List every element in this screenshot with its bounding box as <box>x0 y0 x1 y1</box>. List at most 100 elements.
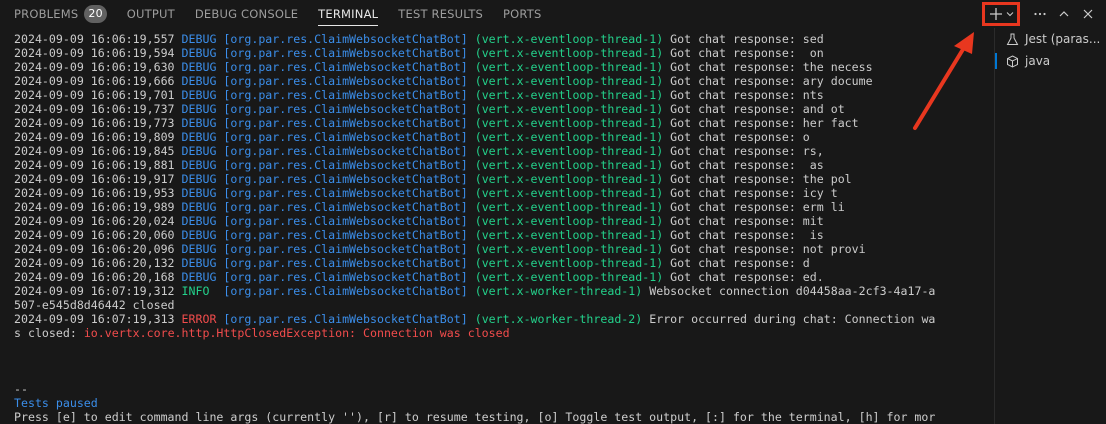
log-timestamp: 2024-09-09 16:06:19,737 <box>14 102 175 116</box>
tab-label: TEST RESULTS <box>398 7 484 21</box>
log-level: DEBUG <box>181 130 217 144</box>
log-timestamp: 2024-09-09 16:06:19,630 <box>14 60 175 74</box>
log-class: [org.par.res.ClaimWebsocketChatBot] <box>223 284 468 298</box>
log-timestamp: 2024-09-09 16:06:19,594 <box>14 46 175 60</box>
log-class: [org.par.res.ClaimWebsocketChatBot] <box>223 32 468 46</box>
tab-label: PROBLEMS <box>14 7 79 21</box>
tab-test-results[interactable]: TEST RESULTS <box>388 0 493 28</box>
log-thread: (vert.x-eventloop-thread-1) <box>474 242 664 256</box>
log-message: Got chat response: rs, <box>663 144 824 158</box>
tab-output[interactable]: OUTPUT <box>117 0 185 28</box>
log-line: 2024-09-09 16:06:19,809 DEBUG [org.par.r… <box>14 130 974 144</box>
log-thread: (vert.x-eventloop-thread-1) <box>474 144 664 158</box>
log-message: Error occurred during chat: Connection w… <box>642 312 936 326</box>
log-timestamp: 2024-09-09 16:06:19,881 <box>14 158 175 172</box>
log-level: DEBUG <box>181 88 217 102</box>
tab-label: DEBUG CONSOLE <box>194 7 299 21</box>
log-message: Websocket connection d04458aa-2cf3-4a17-… <box>642 284 936 298</box>
log-line: 2024-09-09 16:06:19,594 DEBUG [org.par.r… <box>14 46 974 60</box>
log-line: 2024-09-09 16:06:20,024 DEBUG [org.par.r… <box>14 214 974 228</box>
tab-debug-console[interactable]: DEBUG CONSOLE <box>185 0 308 28</box>
log-line: 2024-09-09 16:06:19,630 DEBUG [org.par.r… <box>14 60 974 74</box>
close-panel-button[interactable] <box>1076 2 1100 26</box>
log-line: 2024-09-09 16:06:19,845 DEBUG [org.par.r… <box>14 144 974 158</box>
log-message: Got chat response: o <box>663 130 810 144</box>
log-timestamp: 2024-09-09 16:06:20,024 <box>14 214 175 228</box>
log-line: 2024-09-09 16:06:19,881 DEBUG [org.par.r… <box>14 158 974 172</box>
chevron-down-icon <box>1006 12 1014 17</box>
log-class: [org.par.res.ClaimWebsocketChatBot] <box>223 130 468 144</box>
log-level: DEBUG <box>181 60 217 74</box>
log-line: 2024-09-09 16:06:20,132 DEBUG [org.par.r… <box>14 256 974 270</box>
log-level: DEBUG <box>181 200 217 214</box>
tab-terminal[interactable]: TERMINAL <box>308 0 388 28</box>
new-terminal-button[interactable] <box>987 5 1005 23</box>
terminal-list: Jest (paras... java <box>994 28 1106 424</box>
log-line: 2024-09-09 16:06:19,666 DEBUG [org.par.r… <box>14 74 974 88</box>
log-class: [org.par.res.ClaimWebsocketChatBot] <box>223 88 468 102</box>
log-class: [org.par.res.ClaimWebsocketChatBot] <box>223 102 468 116</box>
log-timestamp: 2024-09-09 16:06:19,989 <box>14 200 175 214</box>
terminal-item-label: Jest (paras... <box>1025 32 1101 46</box>
log-message: Got chat response: not provi <box>663 242 866 256</box>
log-thread: (vert.x-eventloop-thread-1) <box>474 60 664 74</box>
help-line: Press [e] to edit command line args (cur… <box>14 410 974 424</box>
log-timestamp: 2024-09-09 16:06:19,953 <box>14 186 175 200</box>
log-message: Got chat response: erm li <box>663 200 845 214</box>
maximize-panel-button[interactable] <box>1052 2 1076 26</box>
more-actions-button[interactable] <box>1028 2 1052 26</box>
log-level: DEBUG <box>181 172 217 186</box>
log-level: ERROR <box>181 312 217 326</box>
terminal-item-jest[interactable]: Jest (paras... <box>995 28 1106 50</box>
ellipsis-icon <box>1034 12 1046 16</box>
log-line: 2024-09-09 16:06:19,557 DEBUG [org.par.r… <box>14 32 974 46</box>
log-line-info-cont: 507-e545d8d46442 closed <box>14 298 974 312</box>
log-message: Got chat response: icy t <box>663 186 838 200</box>
log-timestamp: 2024-09-09 16:06:19,773 <box>14 116 175 130</box>
log-thread: (vert.x-eventloop-thread-1) <box>474 88 664 102</box>
log-class: [org.par.res.ClaimWebsocketChatBot] <box>223 116 468 130</box>
log-message-cont: s closed: <box>14 326 84 340</box>
log-line: 2024-09-09 16:06:20,096 DEBUG [org.par.r… <box>14 242 974 256</box>
log-level: DEBUG <box>181 102 217 116</box>
log-class: [org.par.res.ClaimWebsocketChatBot] <box>223 74 468 88</box>
log-level: DEBUG <box>181 186 217 200</box>
log-level: DEBUG <box>181 242 217 256</box>
log-timestamp: 2024-09-09 16:06:19,701 <box>14 88 175 102</box>
separator-line: -- <box>14 382 974 396</box>
log-message: Got chat response: on <box>663 46 824 60</box>
log-thread: (vert.x-eventloop-thread-1) <box>474 228 664 242</box>
launch-profile-button[interactable] <box>1005 5 1015 23</box>
panel-tab-bar: PROBLEMS 20 OUTPUT DEBUG CONSOLE TERMINA… <box>0 0 994 28</box>
log-timestamp: 2024-09-09 16:07:19,313 <box>14 312 175 326</box>
log-thread: (vert.x-eventloop-thread-1) <box>474 116 664 130</box>
log-timestamp: 2024-09-09 16:06:19,845 <box>14 144 175 158</box>
log-thread: (vert.x-eventloop-thread-1) <box>474 32 664 46</box>
panel-actions <box>976 0 1106 28</box>
tab-label: OUTPUT <box>126 7 175 21</box>
tab-label: PORTS <box>503 7 542 21</box>
log-class: [org.par.res.ClaimWebsocketChatBot] <box>223 60 468 74</box>
chevron-up-icon <box>1059 11 1069 17</box>
terminal-item-java[interactable]: java <box>995 50 1106 72</box>
tab-ports[interactable]: PORTS <box>493 0 551 28</box>
terminal-output[interactable]: 2024-09-09 16:06:19,557 DEBUG [org.par.r… <box>14 32 974 424</box>
problems-count-badge: 20 <box>84 5 107 23</box>
close-icon <box>1083 9 1093 19</box>
log-line: 2024-09-09 16:06:19,989 DEBUG [org.par.r… <box>14 200 974 214</box>
log-message: Got chat response: the pol <box>663 172 852 186</box>
log-message: Got chat response: as <box>663 158 824 172</box>
log-class: [org.par.res.ClaimWebsocketChatBot] <box>223 200 468 214</box>
log-thread: (vert.x-eventloop-thread-1) <box>474 186 664 200</box>
log-thread: (vert.x-eventloop-thread-1) <box>474 130 664 144</box>
log-line: 2024-09-09 16:06:19,701 DEBUG [org.par.r… <box>14 88 974 102</box>
log-timestamp: 2024-09-09 16:06:20,132 <box>14 256 175 270</box>
log-class: [org.par.res.ClaimWebsocketChatBot] <box>223 46 468 60</box>
new-terminal-highlight <box>982 2 1020 26</box>
log-level: DEBUG <box>181 46 217 60</box>
log-thread: (vert.x-eventloop-thread-1) <box>474 200 664 214</box>
tab-problems[interactable]: PROBLEMS 20 <box>0 0 117 28</box>
log-class: [org.par.res.ClaimWebsocketChatBot] <box>223 256 468 270</box>
log-line-error-cont: s closed: io.vertx.core.http.HttpClosedE… <box>14 326 974 340</box>
